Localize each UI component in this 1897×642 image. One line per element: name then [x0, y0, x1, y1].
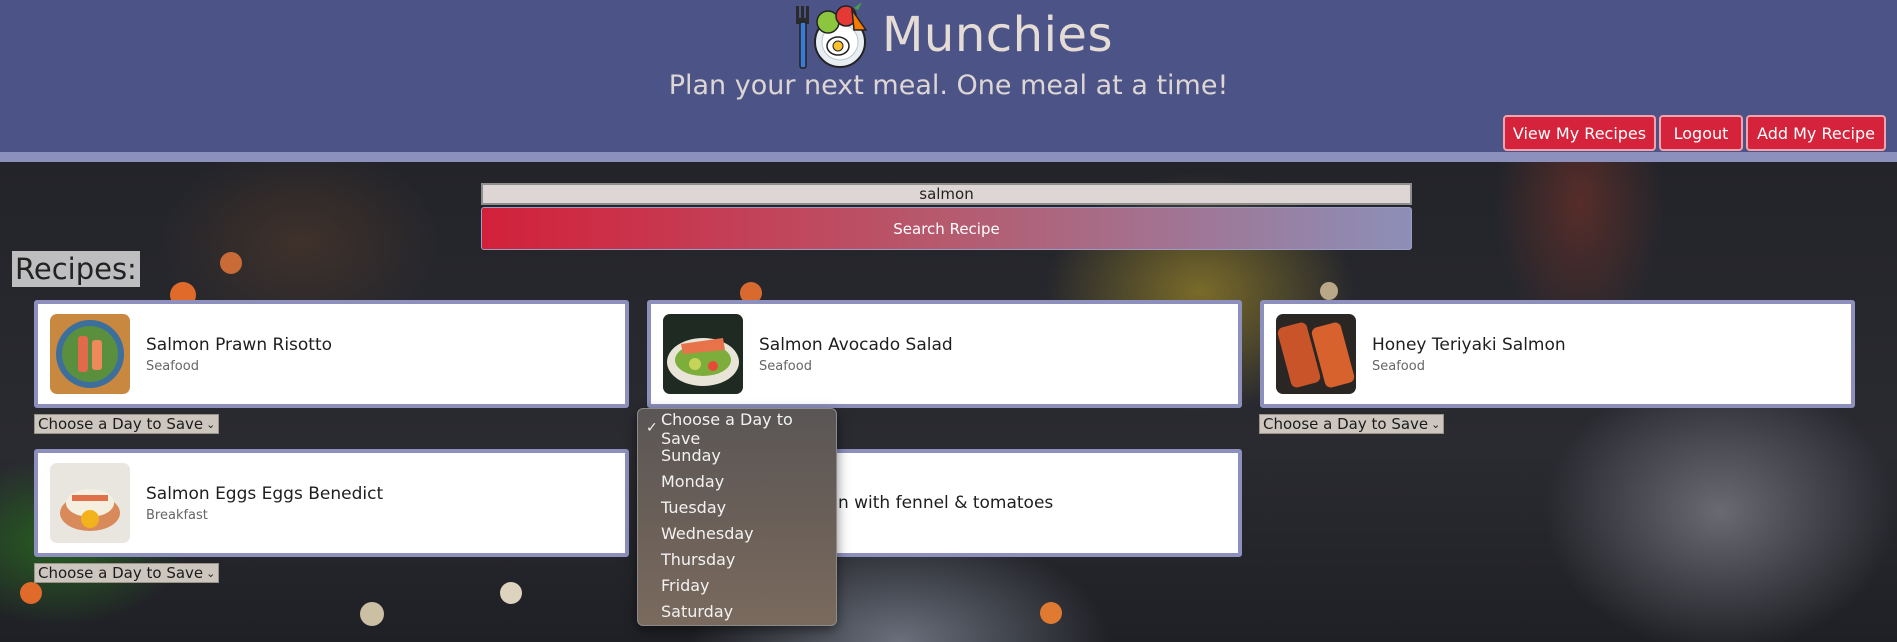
recipe-card[interactable]: Salmon Prawn Risotto Seafood	[34, 300, 629, 408]
dropdown-option-sunday[interactable]: Sunday	[638, 442, 836, 468]
add-my-recipe-button[interactable]: Add My Recipe	[1746, 115, 1886, 151]
checkmark-icon: ✓	[646, 420, 658, 436]
dropdown-option-monday[interactable]: Monday	[638, 468, 836, 494]
app-title: Munchies	[882, 7, 1113, 63]
choose-day-select[interactable]: Choose a Day to Save ⌄	[1259, 414, 1445, 434]
logout-button[interactable]: Logout	[1659, 115, 1743, 151]
plate-fork-egg-logo-icon	[792, 0, 872, 70]
recipes-heading: Recipes:	[12, 251, 140, 287]
dropdown-option-saturday[interactable]: Saturday	[638, 598, 836, 624]
select-value: Choose a Day to Save	[38, 415, 204, 433]
recipe-thumbnail	[50, 314, 130, 394]
recipe-title: Salmon Prawn Risotto	[146, 334, 333, 355]
recipe-category: Seafood	[1372, 358, 1425, 374]
chevron-down-icon: ⌄	[1431, 417, 1441, 431]
dropdown-option-thursday[interactable]: Thursday	[638, 546, 836, 572]
choose-day-select[interactable]: Choose a Day to Save ⌄	[34, 563, 220, 583]
choose-day-select[interactable]: Choose a Day to Save ⌄	[34, 414, 220, 434]
recipe-title: Salmon Eggs Eggs Benedict	[146, 483, 384, 504]
recipe-category: Breakfast	[146, 507, 208, 523]
dropdown-option-tuesday[interactable]: Tuesday	[638, 494, 836, 520]
recipe-category: Seafood	[759, 358, 812, 374]
recipe-category: Seafood	[146, 358, 199, 374]
recipe-title: Honey Teriyaki Salmon	[1372, 334, 1566, 355]
recipe-thumbnail	[1276, 314, 1356, 394]
recipe-card[interactable]: Salmon Eggs Eggs Benedict Breakfast	[34, 449, 629, 557]
day-select-dropdown-menu[interactable]: ✓ Choose a Day to Save Sunday Monday Tues…	[637, 408, 837, 626]
select-value: Choose a Day to Save	[1263, 415, 1429, 433]
chevron-down-icon: ⌄	[206, 566, 216, 580]
select-value: Choose a Day to Save	[38, 564, 204, 582]
search-input[interactable]: salmon	[481, 183, 1412, 205]
dropdown-option-friday[interactable]: Friday	[638, 572, 836, 598]
dropdown-option-wednesday[interactable]: Wednesday	[638, 520, 836, 546]
dropdown-option-choose[interactable]: ✓ Choose a Day to Save	[638, 410, 836, 448]
recipe-title: Salmon Avocado Salad	[759, 334, 953, 355]
recipe-title: mon with fennel & tomatoes	[811, 493, 1054, 513]
recipe-card[interactable]: Honey Teriyaki Salmon Seafood	[1260, 300, 1855, 408]
chevron-down-icon: ⌄	[206, 417, 216, 431]
brand[interactable]: Munchies	[792, 0, 1113, 70]
site-header: Munchies Plan your next meal. One meal a…	[0, 0, 1897, 152]
recipe-card[interactable]: Salmon Avocado Salad Seafood	[647, 300, 1242, 408]
search-recipe-button[interactable]: Search Recipe	[481, 207, 1412, 250]
view-my-recipes-button[interactable]: View My Recipes	[1503, 115, 1656, 151]
tagline: Plan your next meal. One meal at a time!	[668, 70, 1229, 101]
recipe-thumbnail	[663, 314, 743, 394]
header-divider	[0, 152, 1897, 162]
recipe-thumbnail	[50, 463, 130, 543]
